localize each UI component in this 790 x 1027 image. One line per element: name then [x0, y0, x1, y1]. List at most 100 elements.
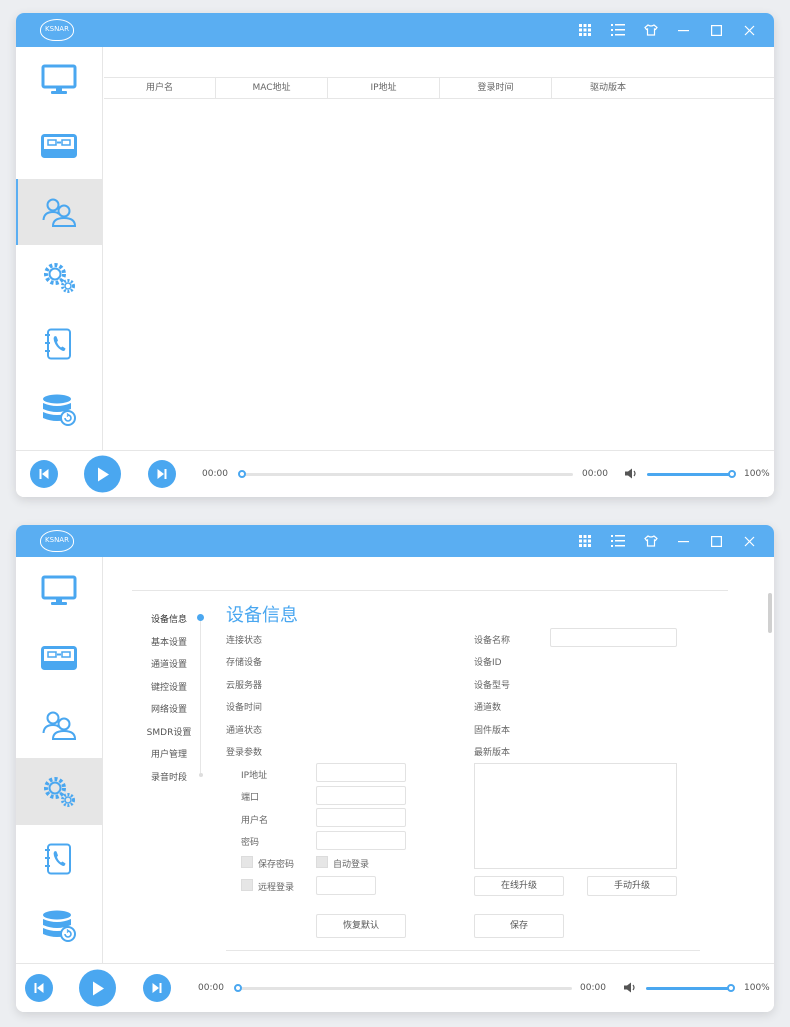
label-device-model: 设备型号 — [474, 681, 511, 691]
label-cloud-server: 云服务器 — [226, 681, 263, 691]
shirt-icon[interactable] — [634, 13, 667, 47]
progress-knob[interactable] — [234, 984, 242, 992]
next-button[interactable] — [148, 460, 176, 488]
play-button[interactable] — [84, 455, 121, 493]
device-name-input[interactable] — [550, 628, 677, 647]
list-icon[interactable] — [601, 13, 634, 47]
prev-button[interactable] — [30, 460, 58, 488]
progress-bar[interactable] — [234, 984, 572, 992]
online-upgrade-button[interactable]: 在线升级 — [474, 876, 564, 896]
sidebar-item-database[interactable] — [16, 892, 102, 959]
sidebar-item-phonebook[interactable] — [16, 825, 102, 892]
sidebar-item-recorder[interactable] — [16, 624, 102, 691]
subnav-item-device-info[interactable]: 设备信息 — [134, 612, 204, 625]
minimize-icon[interactable] — [667, 525, 700, 557]
scrollbar[interactable] — [768, 593, 772, 633]
main-window-users: KSNAR 用户名 MAC地址 IP地址 登录时间 驱动版本 00:00 00:… — [16, 13, 774, 497]
grid-icon[interactable] — [568, 525, 601, 557]
label-remote-login: 远程登录 — [258, 883, 295, 893]
volume-knob[interactable] — [727, 984, 735, 992]
top-divider — [132, 590, 728, 591]
sidebar-item-settings[interactable] — [16, 758, 102, 825]
column-header-login-time[interactable]: 登录时间 — [440, 78, 552, 98]
subnav-item-basic[interactable]: 基本设置 — [134, 635, 204, 648]
shirt-icon[interactable] — [634, 525, 667, 557]
ip-address-input[interactable] — [316, 763, 406, 782]
save-button[interactable]: 保存 — [474, 914, 564, 938]
volume-icon[interactable] — [623, 979, 637, 998]
sidebar-item-settings[interactable] — [16, 245, 102, 311]
username-input[interactable] — [316, 808, 406, 827]
volume-level: 100% — [744, 983, 770, 993]
save-password-checkbox[interactable] — [241, 856, 253, 868]
label-password: 密码 — [241, 838, 260, 848]
users-table-header: 用户名 MAC地址 IP地址 登录时间 驱动版本 — [104, 77, 774, 99]
sidebar-item-users[interactable] — [16, 691, 102, 758]
remote-login-checkbox[interactable] — [241, 879, 253, 891]
port-input[interactable] — [316, 786, 406, 805]
version-notes-textarea[interactable] — [474, 763, 677, 869]
column-header-mac[interactable]: MAC地址 — [216, 78, 328, 98]
subnav-item-key-control[interactable]: 键控设置 — [134, 680, 204, 693]
sidebar — [16, 47, 103, 450]
bottom-divider — [226, 950, 700, 951]
label-firmware-version: 固件版本 — [474, 726, 511, 736]
sidebar-item-monitor[interactable] — [16, 47, 102, 113]
restore-default-button[interactable]: 恢复默认 — [316, 914, 406, 938]
ksnar-logo: KSNAR — [40, 530, 74, 552]
users-icon — [42, 198, 76, 227]
play-icon — [97, 467, 109, 481]
label-device-name: 设备名称 — [474, 636, 511, 646]
volume-knob[interactable] — [728, 470, 736, 478]
manual-upgrade-button[interactable]: 手动升级 — [587, 876, 677, 896]
volume-slider[interactable] — [647, 470, 736, 478]
player-bar: 00:00 00:00 100% — [16, 963, 774, 1012]
auto-login-checkbox[interactable] — [316, 856, 328, 868]
label-ip-address: IP地址 — [241, 771, 268, 781]
next-button[interactable] — [143, 974, 171, 1002]
list-icon[interactable] — [601, 525, 634, 557]
skip-next-icon — [157, 469, 167, 479]
sidebar-item-users[interactable] — [16, 179, 102, 245]
sidebar-item-recorder[interactable] — [16, 113, 102, 179]
volume-level: 100% — [744, 469, 770, 479]
close-icon[interactable] — [733, 525, 766, 557]
sidebar — [16, 557, 103, 963]
remote-login-input[interactable] — [316, 876, 376, 895]
password-input[interactable] — [316, 831, 406, 850]
subnav-item-network[interactable]: 网络设置 — [134, 702, 204, 715]
subnav-item-user-management[interactable]: 用户管理 — [134, 747, 204, 760]
recorder-icon — [41, 134, 77, 158]
play-button[interactable] — [79, 969, 116, 1007]
current-time: 00:00 — [202, 469, 228, 479]
label-channel-count: 通道数 — [474, 703, 502, 713]
skip-next-icon — [152, 983, 162, 993]
users-icon — [42, 711, 76, 740]
subnav-item-recording-period[interactable]: 录音时段 — [134, 770, 204, 783]
volume-slider[interactable] — [646, 984, 735, 992]
subnav-item-smdr[interactable]: SMDR设置 — [134, 725, 204, 738]
subnav-item-channel[interactable]: 通道设置 — [134, 657, 204, 670]
maximize-icon[interactable] — [700, 525, 733, 557]
column-header-driver-version[interactable]: 驱动版本 — [552, 78, 664, 98]
column-header-username[interactable]: 用户名 — [104, 78, 216, 98]
sidebar-item-database[interactable] — [16, 377, 102, 443]
grid-icon[interactable] — [568, 13, 601, 47]
column-header-ip[interactable]: IP地址 — [328, 78, 440, 98]
label-login-params: 登录参数 — [226, 748, 263, 758]
progress-bar[interactable] — [238, 470, 573, 478]
total-time: 00:00 — [582, 469, 608, 479]
recorder-icon — [41, 645, 77, 670]
sidebar-item-monitor[interactable] — [16, 557, 102, 624]
gear-icon — [44, 776, 75, 807]
close-icon[interactable] — [733, 13, 766, 47]
phonebook-icon — [45, 328, 71, 360]
sidebar-item-phonebook[interactable] — [16, 311, 102, 377]
minimize-icon[interactable] — [667, 13, 700, 47]
volume-icon[interactable] — [624, 465, 638, 484]
users-panel: 用户名 MAC地址 IP地址 登录时间 驱动版本 — [104, 47, 774, 450]
maximize-icon[interactable] — [700, 13, 733, 47]
logo-text: KSNAR — [45, 536, 69, 544]
progress-knob[interactable] — [238, 470, 246, 478]
prev-button[interactable] — [25, 974, 53, 1002]
